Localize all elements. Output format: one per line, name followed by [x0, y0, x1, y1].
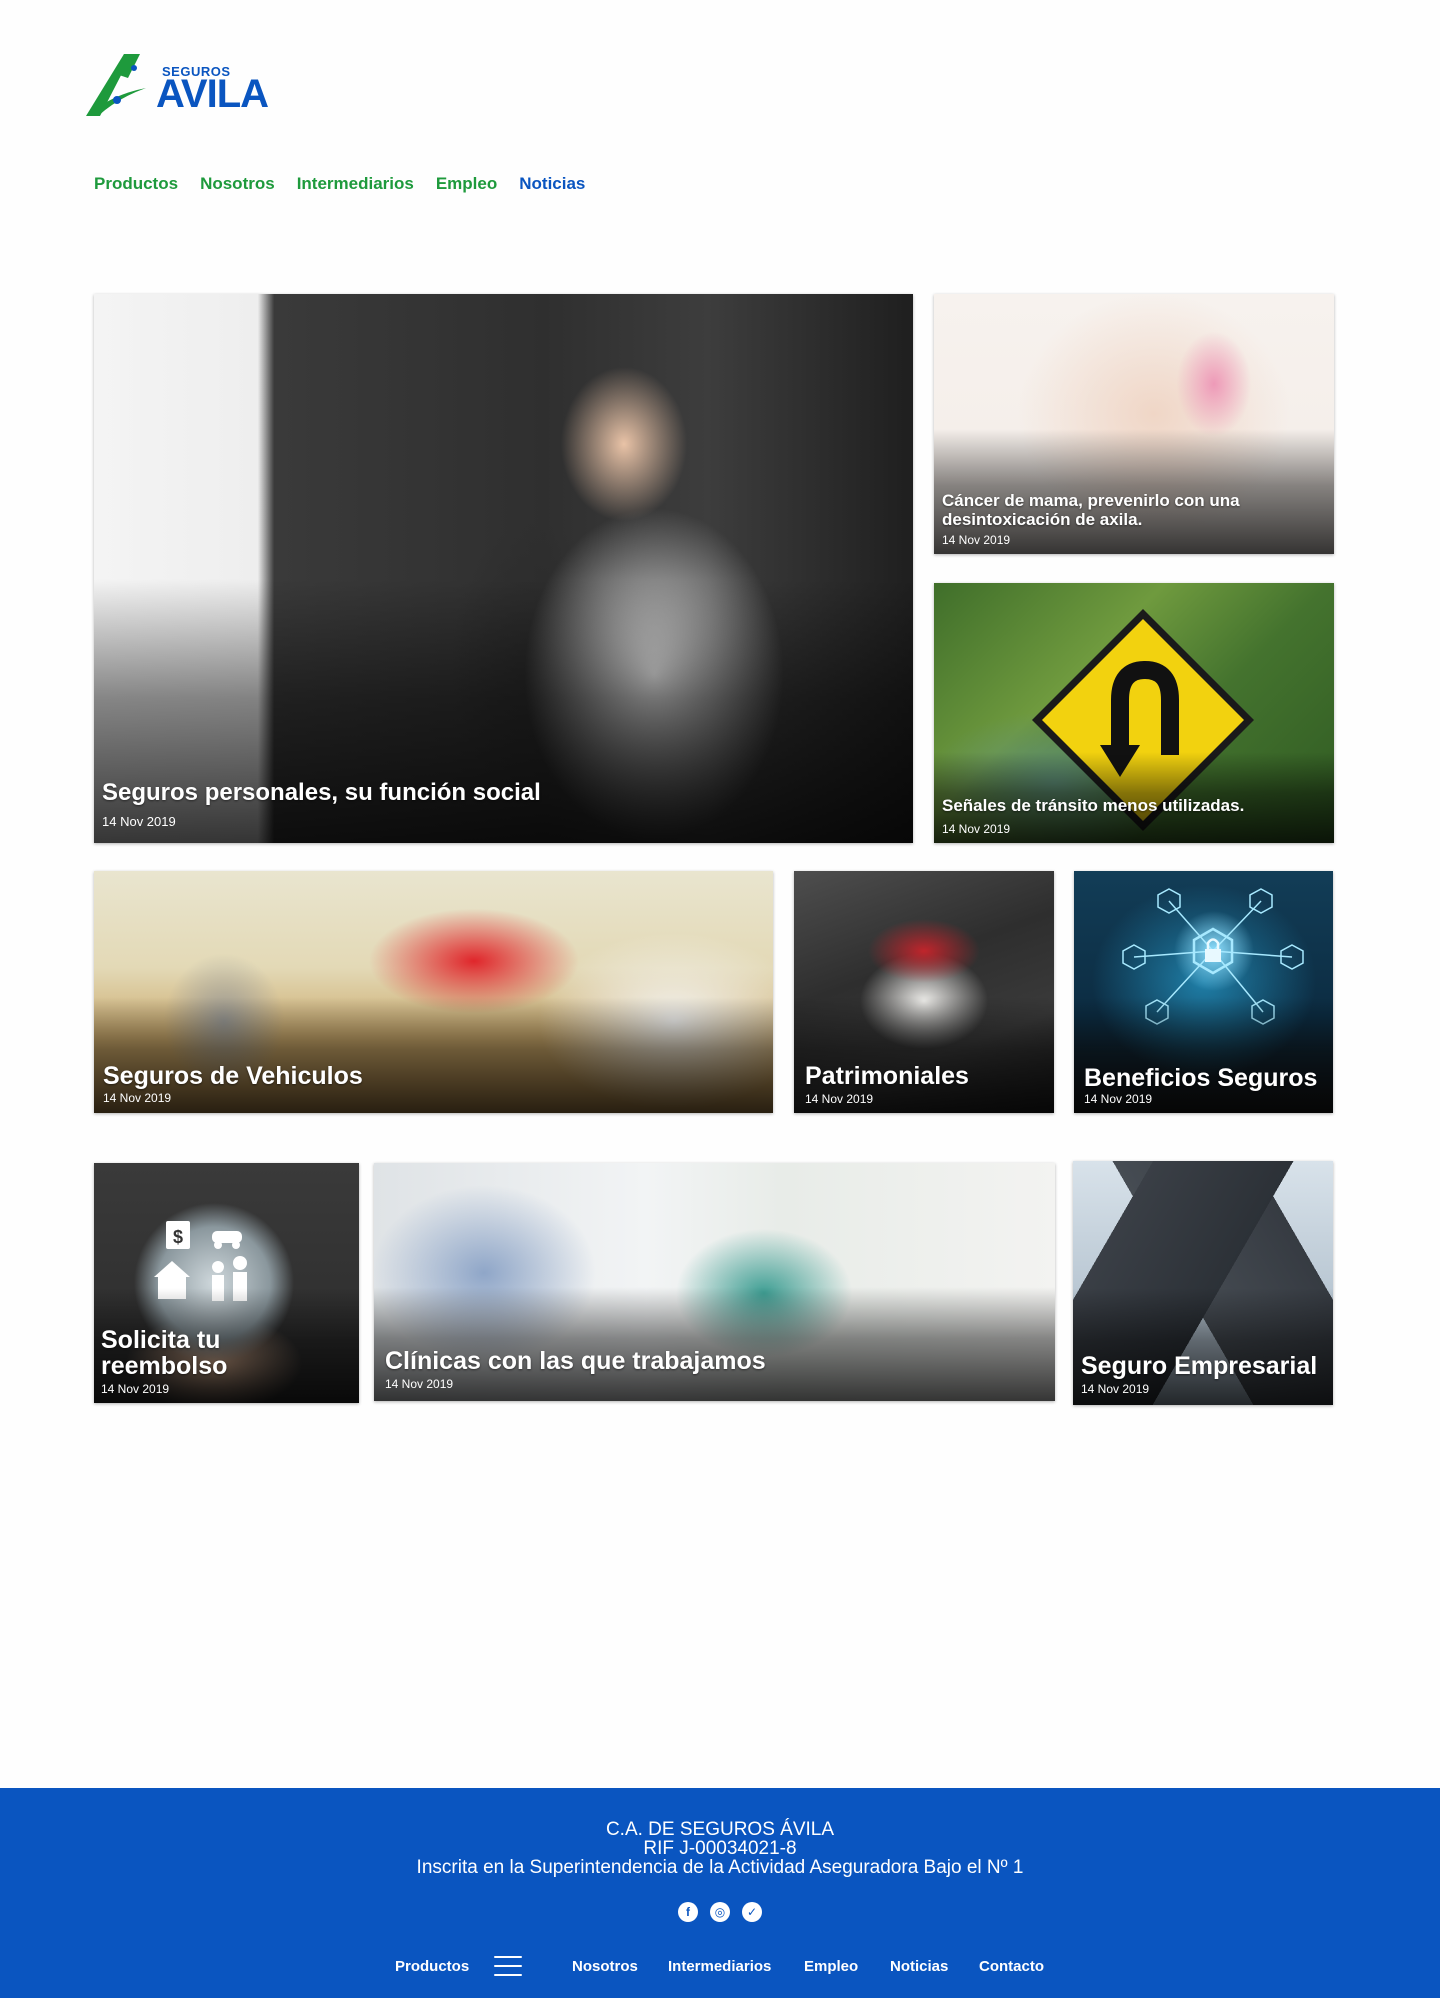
article-card-seguros-vehiculos[interactable]: Seguros de Vehiculos 14 Nov 2019 [94, 871, 773, 1113]
footer-company-name: C.A. DE SEGUROS ÁVILA [605, 1819, 835, 1840]
article-title: Seguros personales, su función social [102, 778, 541, 806]
footer-registry: Inscrita en la Superintendencia de la Ac… [416, 1857, 1024, 1878]
article-date: 14 Nov 2019 [103, 1091, 172, 1105]
article-title: Patrimoniales [805, 1061, 969, 1090]
article-card-clinicas[interactable]: Clínicas con las que trabajamos 14 Nov 2… [374, 1163, 1055, 1401]
footer-nav-intermediarios[interactable]: Intermediarios [668, 1958, 771, 1975]
article-date: 14 Nov 2019 [385, 1377, 454, 1391]
article-title: Solicita tu reembolso [101, 1325, 228, 1380]
article-title: Beneficios Seguros [1084, 1063, 1318, 1092]
facebook-icon[interactable]: f [678, 1902, 698, 1922]
article-card-seguro-empresarial[interactable]: Seguro Empresarial 14 Nov 2019 [1073, 1161, 1333, 1405]
instagram-icon[interactable]: ◎ [710, 1902, 730, 1922]
article-card-solicita-reembolso[interactable]: $ Solicita tu reembolso 14 Nov 2019 [94, 1163, 359, 1403]
footer: C.A. DE SEGUROS ÁVILA RIF J-00034021-8 I… [0, 1788, 1440, 1998]
footer-nav-empleo[interactable]: Empleo [804, 1958, 858, 1975]
footer-company-info: C.A. DE SEGUROS ÁVILA RIF J-00034021-8 I… [0, 1820, 1440, 1877]
logo-avila-text: AVILA [156, 72, 269, 116]
menu-icon[interactable] [494, 1956, 522, 1978]
article-date: 14 Nov 2019 [942, 822, 1011, 836]
image-shade [374, 1286, 1055, 1401]
article-title: Clínicas con las que trabajamos [385, 1346, 766, 1375]
footer-social-links: f ◎ ✓ [0, 1902, 1440, 1922]
article-date: 14 Nov 2019 [1081, 1382, 1150, 1396]
article-card-beneficios-seguros[interactable]: Beneficios Seguros 14 Nov 2019 [1074, 871, 1333, 1113]
logo[interactable]: SEGUROS AVILA [84, 44, 274, 120]
article-date: 14 Nov 2019 [805, 1092, 874, 1106]
article-card-senales-transito[interactable]: Señales de tránsito menos utilizadas. 14… [934, 583, 1334, 843]
article-title: Señales de tránsito menos utilizadas. [942, 796, 1245, 816]
article-date: 14 Nov 2019 [942, 533, 1011, 547]
article-date: 14 Nov 2019 [102, 814, 176, 829]
nav-noticias[interactable]: Noticias [519, 174, 585, 194]
article-title: Seguros de Vehiculos [103, 1061, 363, 1090]
article-title: Cáncer de mama, prevenirlo con una desin… [942, 490, 1240, 530]
article-title: Seguro Empresarial [1081, 1351, 1318, 1380]
footer-nav-noticias[interactable]: Noticias [890, 1958, 948, 1975]
footer-nav-contacto[interactable]: Contacto [979, 1958, 1044, 1975]
nav-intermediarios[interactable]: Intermediarios [297, 174, 414, 194]
article-card-cancer-mama[interactable]: Cáncer de mama, prevenirlo con una desin… [934, 294, 1334, 554]
footer-rif: RIF J-00034021-8 [643, 1838, 797, 1859]
footer-nav-productos[interactable]: Productos [395, 1958, 469, 1975]
main-nav: Productos Nosotros Intermediarios Empleo… [94, 174, 585, 194]
article-card-patrimoniales[interactable]: Patrimoniales 14 Nov 2019 [794, 871, 1054, 1113]
nav-nosotros[interactable]: Nosotros [200, 174, 275, 194]
svg-text:$: $ [173, 1227, 183, 1247]
twitter-icon[interactable]: ✓ [742, 1902, 762, 1922]
image-shade [94, 996, 773, 1113]
footer-nav-nosotros[interactable]: Nosotros [572, 1958, 638, 1975]
nav-productos[interactable]: Productos [94, 174, 178, 194]
logo-mark-icon [86, 54, 146, 116]
article-date: 14 Nov 2019 [101, 1382, 170, 1396]
article-date: 14 Nov 2019 [1084, 1092, 1153, 1106]
nav-empleo[interactable]: Empleo [436, 174, 497, 194]
article-card-seguros-personales[interactable]: Seguros personales, su función social 14… [94, 294, 913, 843]
